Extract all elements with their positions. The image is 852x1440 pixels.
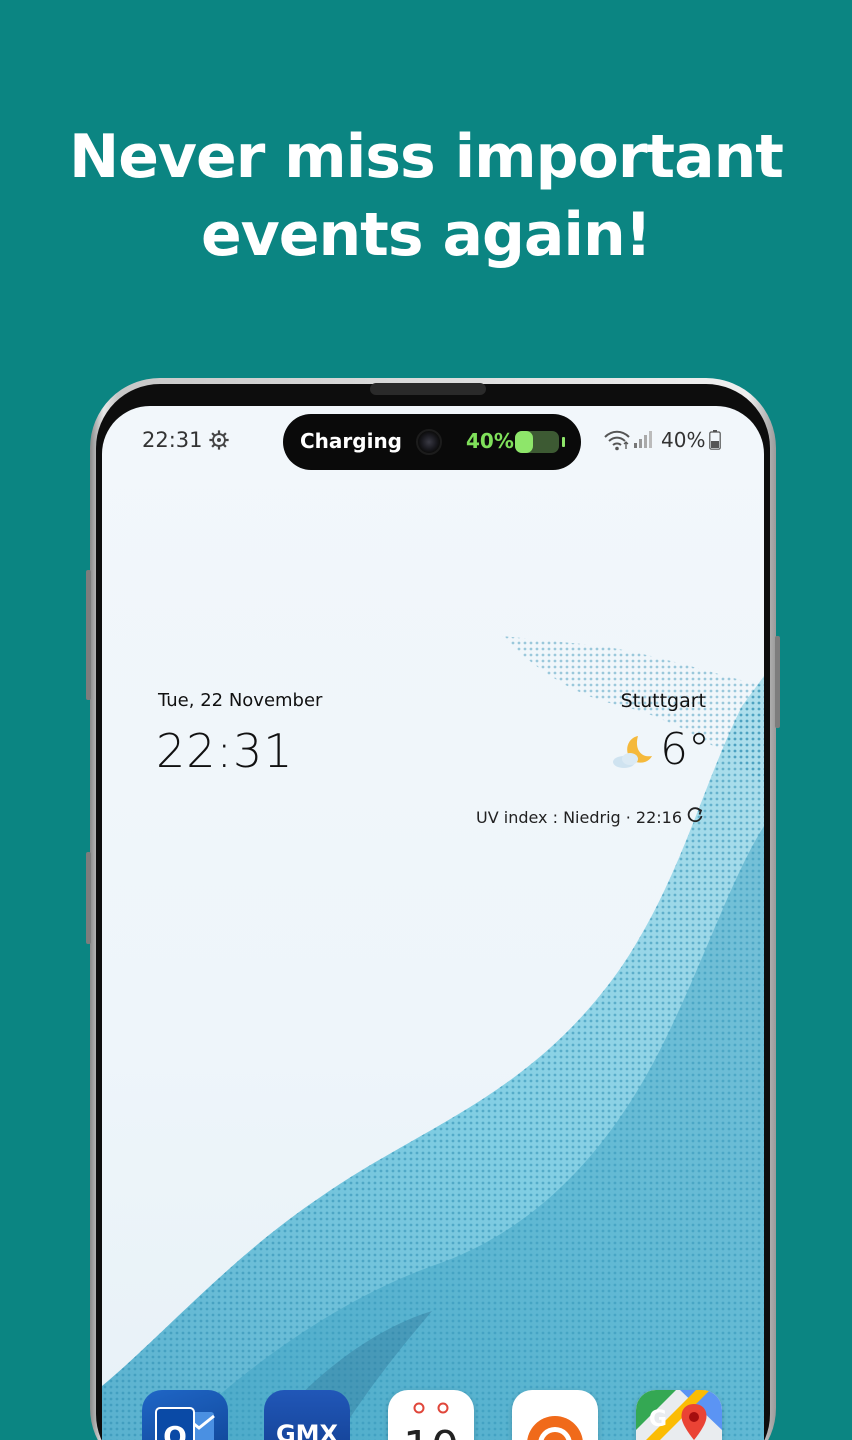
volume-down-button xyxy=(86,852,91,944)
headline-line-1: Never miss important xyxy=(68,122,784,192)
phone-screen: 22:31 Charging 40% 40% Tue, 22 November … xyxy=(102,406,764,1440)
headline-line-2: events again! xyxy=(200,200,652,270)
calendar-day: 10 xyxy=(388,1422,474,1440)
gmx-app-icon[interactable]: GMX xyxy=(264,1390,350,1440)
maps-icon: G xyxy=(636,1390,722,1440)
volume-up-button xyxy=(86,570,91,700)
gear-icon xyxy=(209,430,229,450)
maps-letter: G xyxy=(649,1407,667,1432)
widget-clock[interactable]: 22:31 xyxy=(156,724,294,778)
headline: Never miss important events again! xyxy=(0,118,852,274)
battery-bar-icon xyxy=(515,431,559,453)
outlook-icon: O xyxy=(155,1407,215,1440)
charging-pill: Charging 40% xyxy=(283,414,581,470)
battery-icon xyxy=(709,430,721,450)
gmx-label: GMX xyxy=(275,1420,339,1440)
outlook-letter: O xyxy=(163,1420,187,1440)
signal-icon xyxy=(634,431,652,448)
widget-uv-line: UV index : Niedrig · 22:16 xyxy=(476,808,683,827)
widget-temperature: 6° xyxy=(660,724,710,775)
status-battery-percent: 40% xyxy=(661,428,706,452)
earpiece-speaker xyxy=(370,383,486,395)
power-button xyxy=(775,636,780,728)
moon-cloud-icon xyxy=(613,736,652,768)
front-camera-icon xyxy=(416,429,442,455)
calendar-app-icon[interactable]: 10 xyxy=(388,1390,474,1440)
vvs-app-icon[interactable]: vvs xyxy=(512,1390,598,1440)
maps-app-icon[interactable]: G xyxy=(636,1390,722,1440)
charging-percent: 40% xyxy=(466,429,514,453)
outlook-app-icon[interactable]: O xyxy=(142,1390,228,1440)
status-time: 22:31 xyxy=(142,428,203,452)
refresh-icon[interactable] xyxy=(686,806,704,824)
vvs-icon xyxy=(527,1416,583,1440)
widget-date: Tue, 22 November xyxy=(158,690,323,711)
battery-bar-fill xyxy=(515,431,533,453)
wallpaper-wave xyxy=(102,636,764,1440)
widget-city: Stuttgart xyxy=(620,690,706,712)
calendar-rings-icon xyxy=(413,1402,449,1414)
charging-label: Charging xyxy=(300,429,403,453)
wifi-icon xyxy=(604,430,630,451)
battery-bar-tip xyxy=(562,437,565,447)
